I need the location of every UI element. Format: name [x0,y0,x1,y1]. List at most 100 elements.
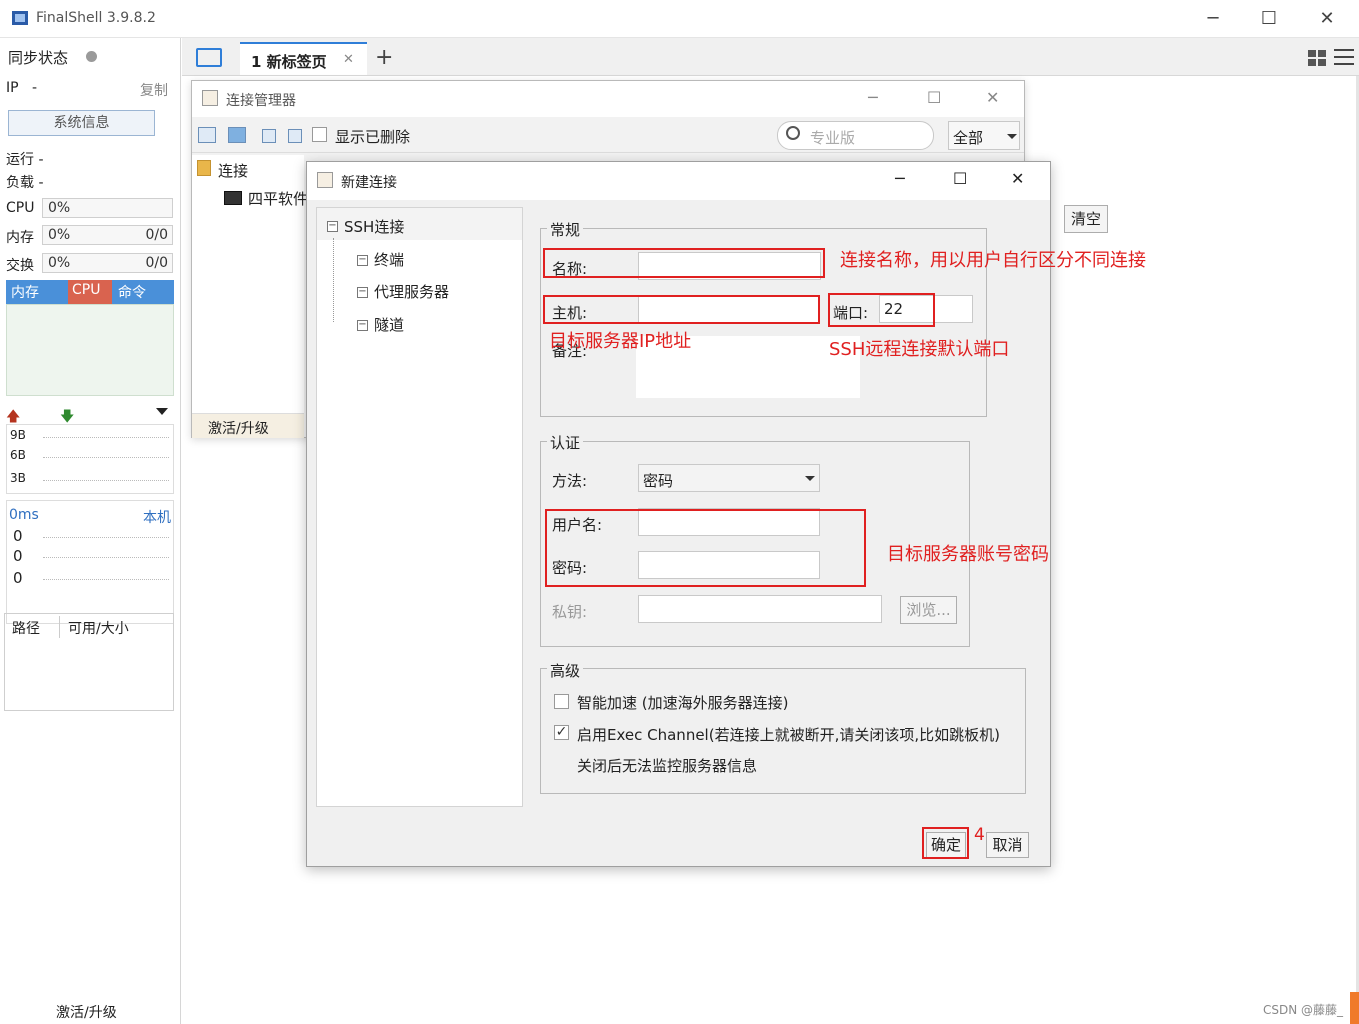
mem-label: 内存 [6,230,34,246]
net-scale-9b: 9B [10,428,26,442]
open-folder-icon[interactable] [196,48,222,67]
ping-grid-line [43,579,169,580]
account-annotation: 目标服务器账号密码 [887,544,1049,565]
cm-connection-tree: 连接 四平软件 [192,155,308,413]
disk-col-path[interactable]: 路径 [12,618,40,638]
new-folder-icon[interactable] [228,127,246,143]
ping-grid-line [43,557,169,558]
disk-col-size[interactable]: 可用/大小 [68,618,129,638]
tree-ssh-root[interactable]: SSH连接 [344,216,404,237]
menu-icon[interactable] [1334,49,1354,65]
cpu-label: CPU [6,200,35,216]
tree-item-tunnel[interactable]: 隧道 [374,314,404,335]
tab-new[interactable]: 1 新标签页 ✕ [240,42,367,75]
tree-item-proxy[interactable]: 代理服务器 [374,281,449,302]
ping-grid-line [43,537,169,538]
exec-channel-note: 关闭后无法监控服务器信息 [577,757,758,775]
search-icon [786,126,800,140]
watermark-logo-icon [1350,992,1359,1024]
cm-upgrade-link[interactable]: 激活/升级 [208,418,269,438]
cm-title: 连接管理器 [226,93,296,109]
net-scale-3b: 3B [10,471,26,485]
cm-bottom-bar: 激活/升级 [192,413,304,438]
swap-label: 交换 [6,258,34,274]
private-key-input [638,595,882,623]
filter-select[interactable]: 全部 [948,121,1020,150]
cancel-button[interactable]: 取消 [986,832,1029,858]
tree-item-terminal[interactable]: 终端 [374,249,404,270]
net-interface-dropdown-icon[interactable] [156,408,168,415]
collapse-icon: − [357,286,368,298]
browse-button[interactable]: 浏览... [900,596,957,624]
clear-button[interactable]: 清空 [1064,205,1108,233]
net-grid-line [43,437,169,438]
exec-channel-checkbox[interactable]: ✓ [554,725,569,740]
cpu-meter: 0% [42,198,173,218]
process-table-header: 内存 CPU 命令 [6,280,174,304]
copy-ip-link[interactable]: 复制 [140,80,168,100]
smart-accel-checkbox[interactable] [554,694,569,709]
swap-value: 0% [48,255,71,271]
net-scale-6b: 6B [10,448,26,462]
ping-ms-label: 0ms [9,507,39,523]
collapse-icon: − [357,254,368,266]
collapse-all-icon[interactable] [262,129,276,143]
system-info-button[interactable]: 系统信息 [8,110,155,136]
ping-chart: 0ms 本机 0 0 0 [6,500,174,624]
layout-grid-icon[interactable] [1308,50,1326,66]
sync-status-label: 同步状态 [8,49,69,67]
ping-value: 0 [13,569,23,587]
proc-tab-cmd[interactable]: 命令 [118,282,146,302]
host-highlight-box [543,295,820,324]
swap-extra: 0/0 [145,255,168,271]
app-logo-icon [12,11,28,25]
add-tab-button[interactable]: + [375,47,393,69]
net-speed-chart: 9B 6B 3B [6,424,174,494]
close-icon[interactable]: ✕ [1312,8,1342,30]
tab-label: 1 新标签页 [251,53,327,71]
nc-close-icon[interactable]: ✕ [1011,169,1024,188]
show-deleted-checkbox[interactable] [312,127,327,142]
proc-tab-cpu[interactable]: CPU [68,280,112,304]
method-select[interactable]: 密码 [638,464,820,492]
cm-search-input[interactable]: 专业版 [777,121,934,150]
sidebar-upgrade-link[interactable]: 激活/升级 [56,1002,117,1022]
private-key-label: 私钥: [552,603,588,621]
expand-all-icon[interactable] [288,129,302,143]
ip-label: IP [6,80,19,96]
proc-tab-mem[interactable]: 内存 [11,282,39,302]
nc-maximize-icon[interactable]: ☐ [953,169,967,188]
tree-connection-item[interactable]: 四平软件 [248,188,308,209]
sidebar: 同步状态 IP - 复制 系统信息 运行 - 负载 - CPU 0% 内存 0%… [0,38,181,1024]
name-highlight-box [543,248,825,278]
minimize-icon[interactable]: ─ [1198,8,1228,30]
tree-root-label[interactable]: 连接 [218,160,248,181]
ping-target-label[interactable]: 本机 [143,507,171,527]
collapse-icon: − [357,319,368,331]
net-grid-line [43,480,169,481]
auth-legend: 认证 [547,432,584,453]
collapse-icon[interactable]: − [327,221,338,232]
cm-minimize-icon[interactable]: ─ [868,88,878,107]
maximize-icon[interactable]: ☐ [1254,8,1284,30]
filter-value: 全部 [953,129,984,147]
cm-maximize-icon[interactable]: ☐ [927,88,941,107]
nc-minimize-icon[interactable]: ─ [895,169,905,188]
cm-close-icon[interactable]: ✕ [986,88,999,107]
sync-status-dot-icon [86,51,97,62]
cpu-value: 0% [48,200,71,216]
java-app-icon [317,172,333,188]
account-highlight-box [545,509,866,587]
folder-icon [197,160,211,176]
mem-value: 0% [48,227,71,243]
host-annotation: 目标服务器IP地址 [549,331,692,352]
ip-value: - [32,80,38,96]
name-annotation: 连接名称，用以用户自行区分不同连接 [840,250,1146,271]
tree-line [333,238,334,322]
tab-close-icon[interactable]: ✕ [343,52,354,67]
cm-title-bar: 连接管理器 ─ ☐ ✕ [192,81,1024,117]
exec-channel-label: 启用Exec Channel(若连接上就被断开,请关闭该项,比如跳板机) [577,726,1000,744]
step-number: 4 [974,825,985,845]
terminal-icon [224,191,242,205]
new-connection-icon[interactable] [198,127,216,143]
